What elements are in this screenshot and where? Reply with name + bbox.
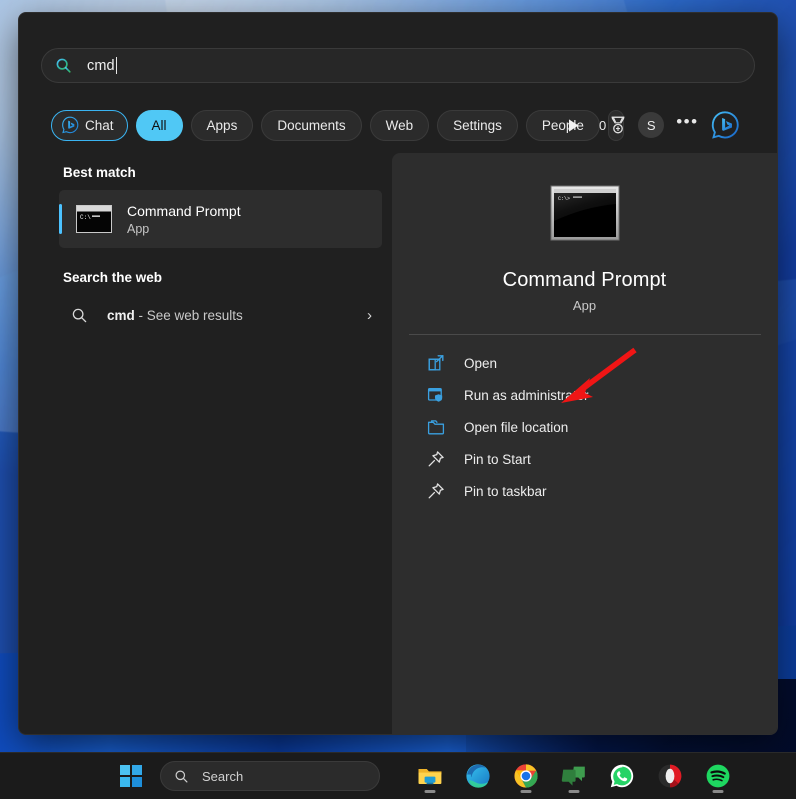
taskbar: Search bbox=[0, 752, 796, 799]
taskbar-app-google-chat[interactable] bbox=[554, 757, 594, 795]
result-item-text: Command Prompt App bbox=[127, 203, 241, 236]
windows-logo-icon bbox=[120, 765, 142, 787]
action-label: Run as administrator bbox=[464, 388, 589, 403]
action-label: Pin to Start bbox=[464, 452, 531, 467]
file-explorer-icon bbox=[417, 763, 443, 789]
preview-app-icon-wrap: C:\> bbox=[550, 185, 620, 241]
microsoft-edge-icon bbox=[465, 763, 491, 789]
taskbar-search-label: Search bbox=[202, 769, 243, 784]
filter-pill-label: Settings bbox=[453, 118, 502, 133]
filter-pill-label: Apps bbox=[207, 118, 238, 133]
filter-pill-label: Web bbox=[386, 118, 414, 133]
action-label: Open bbox=[464, 356, 497, 371]
bing-chat-icon bbox=[710, 110, 740, 140]
action-label: Open file location bbox=[464, 420, 568, 435]
web-result-label: cmd - See web results bbox=[107, 308, 243, 323]
shield-admin-icon bbox=[427, 386, 445, 404]
opera-gx-icon bbox=[657, 763, 683, 789]
best-match-heading: Best match bbox=[63, 165, 392, 180]
spotify-icon bbox=[705, 763, 731, 789]
filter-pill-label: Chat bbox=[85, 118, 114, 133]
action-open-file-location[interactable]: Open file location bbox=[392, 411, 777, 443]
search-the-web-heading: Search the web bbox=[63, 270, 392, 285]
selection-indicator bbox=[59, 204, 62, 234]
search-flyout-panel: cmd Chat All Apps Documents bbox=[18, 12, 778, 735]
result-item-title: Command Prompt bbox=[127, 203, 241, 220]
preview-divider bbox=[409, 334, 761, 335]
bing-chat-button[interactable] bbox=[710, 110, 740, 140]
running-indicator bbox=[569, 790, 580, 793]
running-indicator bbox=[713, 790, 724, 793]
command-prompt-icon: C:\> bbox=[550, 185, 620, 241]
folder-icon bbox=[427, 418, 445, 436]
open-external-icon bbox=[427, 354, 445, 372]
filter-pill-web[interactable]: Web bbox=[370, 110, 430, 141]
action-label: Pin to taskbar bbox=[464, 484, 547, 499]
taskbar-app-microsoft-edge[interactable] bbox=[458, 757, 498, 795]
filter-pill-label: Documents bbox=[277, 118, 345, 133]
result-item-subtitle: App bbox=[127, 222, 241, 236]
search-icon bbox=[71, 307, 88, 324]
more-options-button[interactable]: ••• bbox=[676, 112, 698, 138]
filter-pill-label: All bbox=[152, 118, 167, 133]
filter-pill-documents[interactable]: Documents bbox=[261, 110, 361, 141]
taskbar-app-whatsapp[interactable] bbox=[602, 757, 642, 795]
result-item-command-prompt[interactable]: C:\ Command Prompt App bbox=[59, 190, 382, 248]
medal-icon bbox=[610, 116, 626, 134]
web-result-suffix: - See web results bbox=[135, 308, 243, 323]
filter-scroll-forward-button[interactable] bbox=[559, 110, 587, 140]
taskbar-app-opera-gx[interactable] bbox=[650, 757, 690, 795]
taskbar-app-file-explorer[interactable] bbox=[410, 757, 450, 795]
taskbar-items: Search bbox=[114, 757, 738, 795]
rewards-count: 0 bbox=[599, 118, 606, 133]
search-icon bbox=[174, 769, 189, 784]
svg-text:C:\>: C:\> bbox=[558, 196, 570, 202]
search-input[interactable]: cmd bbox=[41, 48, 755, 83]
search-header-tools: 0 S ••• bbox=[559, 109, 740, 141]
app-preview-pane: C:\> Command Prompt App Open bbox=[392, 153, 777, 734]
preview-app-title: Command Prompt bbox=[392, 269, 777, 292]
google-chat-icon bbox=[561, 763, 587, 789]
action-pin-to-start[interactable]: Pin to Start bbox=[392, 443, 777, 475]
filter-pill-chat[interactable]: Chat bbox=[51, 110, 128, 141]
text-caret bbox=[116, 57, 117, 74]
search-icon bbox=[55, 57, 72, 74]
svg-text:C:\: C:\ bbox=[80, 214, 91, 221]
search-results-column: Best match C:\ Command Prompt App Search… bbox=[19, 153, 392, 734]
rewards-indicator[interactable]: 0 bbox=[599, 116, 626, 134]
action-open[interactable]: Open bbox=[392, 347, 777, 379]
account-avatar[interactable]: S bbox=[638, 112, 664, 138]
web-result-query: cmd bbox=[107, 308, 135, 323]
filter-pill-settings[interactable]: Settings bbox=[437, 110, 518, 141]
start-button[interactable] bbox=[114, 759, 148, 793]
taskbar-search-box[interactable]: Search bbox=[160, 761, 380, 791]
pin-icon bbox=[427, 482, 445, 500]
action-pin-to-taskbar[interactable]: Pin to taskbar bbox=[392, 475, 777, 507]
play-arrow-icon bbox=[567, 118, 580, 133]
action-run-as-administrator[interactable]: Run as administrator bbox=[392, 379, 777, 411]
running-indicator bbox=[521, 790, 532, 793]
bing-chat-icon bbox=[61, 116, 79, 134]
google-chrome-icon bbox=[513, 763, 539, 789]
account-initial: S bbox=[647, 118, 656, 133]
whatsapp-icon bbox=[609, 763, 635, 789]
taskbar-app-google-chrome[interactable] bbox=[506, 757, 546, 795]
search-input-value: cmd bbox=[87, 58, 115, 74]
pin-icon bbox=[427, 450, 445, 468]
taskbar-app-spotify[interactable] bbox=[698, 757, 738, 795]
filter-pill-apps[interactable]: Apps bbox=[191, 110, 254, 141]
preview-action-list: Open Run as administrator Open file loca… bbox=[392, 347, 777, 507]
preview-app-subtitle: App bbox=[392, 298, 777, 313]
search-filter-tabs: Chat All Apps Documents Web Settings Peo… bbox=[51, 109, 624, 141]
chevron-right-icon: › bbox=[367, 307, 372, 324]
running-indicator bbox=[425, 790, 436, 793]
command-prompt-icon: C:\ bbox=[76, 205, 112, 233]
filter-pill-all[interactable]: All bbox=[136, 110, 183, 141]
web-result-row[interactable]: cmd - See web results › bbox=[59, 295, 382, 335]
